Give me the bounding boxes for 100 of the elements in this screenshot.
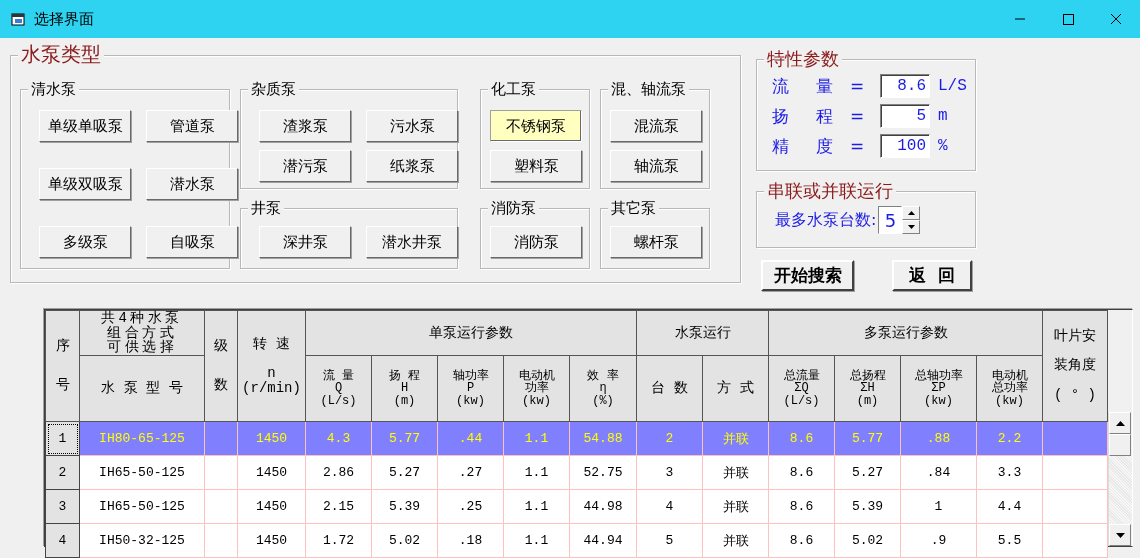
spin-up-button[interactable] xyxy=(902,206,921,220)
table-cell: 52.75 xyxy=(583,465,623,481)
table-cell: .9 xyxy=(930,533,947,549)
table-cell: 8.6 xyxy=(789,431,814,447)
table-cell: 1450 xyxy=(255,533,288,549)
table-cell: 4 xyxy=(665,499,674,515)
arrow-up-icon xyxy=(907,211,915,215)
column-header: 效 率 η (%) xyxy=(569,355,637,422)
row-number[interactable]: 3 xyxy=(58,499,67,515)
column-header: 总扬程 ΣH (m) xyxy=(834,355,901,422)
column-header: 序号 xyxy=(45,310,80,422)
column-header: 电动机功率 (kw) xyxy=(503,355,570,422)
pump-type-button[interactable]: 潜污泵 xyxy=(259,150,351,182)
field-label: 最多水泵台数: xyxy=(775,209,877,231)
table-cell: 54.88 xyxy=(583,431,623,447)
table-cell: 8.6 xyxy=(789,533,814,549)
pump-type-button[interactable]: 自吸泵 xyxy=(146,226,238,258)
group-title: 串联或并联运行 xyxy=(764,181,896,201)
table-cell: .44 xyxy=(458,431,483,447)
pump-type-button[interactable]: 多级泵 xyxy=(39,226,131,258)
input-field[interactable]: 100 xyxy=(880,134,930,158)
group-title: 清水泵 xyxy=(28,79,79,99)
column-header: 电动机总功率 (kw) xyxy=(976,355,1043,422)
pump-type-button[interactable]: 单级单吸泵 xyxy=(39,110,131,142)
column-header: 水泵运行 xyxy=(636,310,769,356)
column-header: 单泵运行参数 xyxy=(305,310,637,356)
table-cell: 1.1 xyxy=(524,431,549,447)
arrow-down-icon xyxy=(1115,532,1125,538)
pump-type-button[interactable]: 混流泵 xyxy=(610,110,702,142)
table-cell: 5.27 xyxy=(388,465,421,481)
unit-label: m xyxy=(937,107,949,125)
table-cell: 5.77 xyxy=(388,431,421,447)
table-cell: 1.1 xyxy=(524,499,549,515)
field-label: 精 度 xyxy=(772,134,835,158)
input-field[interactable]: 8.6 xyxy=(880,74,930,98)
pump-type-button[interactable]: 污水泵 xyxy=(366,110,458,142)
column-header: 轴功率 P (kw) xyxy=(437,355,504,422)
column-header: 叶片安装角度( ° ) xyxy=(1042,310,1108,422)
table-cell: 5 xyxy=(665,533,674,549)
pump-type-button[interactable]: 潜水井泵 xyxy=(366,226,458,258)
table-cell: 1.1 xyxy=(524,533,549,549)
table-cell: 1450 xyxy=(255,465,288,481)
table-cell: 2.15 xyxy=(322,499,355,515)
column-header: 总流量 ΣQ (L/s) xyxy=(768,355,835,422)
scroll-thumb[interactable] xyxy=(1109,434,1131,456)
row-number[interactable]: 2 xyxy=(58,465,67,481)
pump-type-button[interactable]: 深井泵 xyxy=(259,226,351,258)
group-title: 井泵 xyxy=(248,198,284,218)
back-button[interactable]: 返 回 xyxy=(892,260,972,291)
row-number[interactable]: 4 xyxy=(58,533,67,549)
column-header: 多泵运行参数 xyxy=(768,310,1043,356)
table-cell: 5.39 xyxy=(388,499,421,515)
maximize-icon xyxy=(1061,12,1075,26)
table-cell: 2 xyxy=(665,431,674,447)
search-button[interactable]: 开始搜索 xyxy=(761,260,854,291)
column-header: 水 泵 型 号 xyxy=(79,355,205,422)
pump-type-button[interactable]: 管道泵 xyxy=(146,110,238,142)
pump-type-button[interactable]: 纸浆泵 xyxy=(366,150,458,182)
column-header: 台 数 xyxy=(636,355,703,422)
table-cell: IH65-50-125 xyxy=(99,465,185,481)
table-cell: 44.98 xyxy=(583,499,623,515)
pump-type-button[interactable]: 不锈钢泵 xyxy=(490,110,582,142)
table-cell: IH80-65-125 xyxy=(99,431,185,447)
pump-type-button[interactable]: 渣浆泵 xyxy=(259,110,351,142)
column-header: 流 量 Q (L/s) xyxy=(305,355,372,422)
table-cell: .25 xyxy=(458,499,483,515)
pump-type-button[interactable]: 潜水泵 xyxy=(146,168,238,200)
column-header: 级数 xyxy=(204,310,238,422)
scroll-down-button[interactable] xyxy=(1109,524,1131,546)
input-field[interactable]: 5 xyxy=(880,104,930,128)
equals-sign: = xyxy=(850,136,866,156)
pump-type-button[interactable]: 塑料泵 xyxy=(490,150,582,182)
column-header: 总轴功率 ΣP (kw) xyxy=(900,355,977,422)
table-cell: 1450 xyxy=(255,499,288,515)
table-cell: 5.39 xyxy=(851,499,884,515)
table-cell: .18 xyxy=(458,533,483,549)
pump-type-button[interactable]: 消防泵 xyxy=(490,226,582,258)
pump-type-button[interactable]: 轴流泵 xyxy=(610,150,702,182)
scroll-up-button[interactable] xyxy=(1109,412,1131,434)
group-title: 消防泵 xyxy=(488,198,539,218)
table-cell: 44.94 xyxy=(583,533,623,549)
table-cell: 3 xyxy=(665,465,674,481)
spinner-field[interactable]: 5 xyxy=(878,206,903,234)
column-header: 扬 程 H (m) xyxy=(371,355,438,422)
group-title: 特性参数 xyxy=(764,49,842,69)
equals-sign: = xyxy=(850,76,866,96)
table-cell: 2.2 xyxy=(997,431,1022,447)
table-cell: 并联 xyxy=(722,465,749,481)
row-number[interactable]: 1 xyxy=(58,431,67,447)
close-icon xyxy=(1109,12,1123,26)
table-cell: IH50-32-125 xyxy=(99,533,185,549)
window-title: 选择界面 xyxy=(34,9,95,29)
equals-sign: = xyxy=(850,106,866,126)
table-cell: 5.77 xyxy=(851,431,884,447)
pump-type-button[interactable]: 单级双吸泵 xyxy=(39,168,131,200)
spin-down-button[interactable] xyxy=(902,220,921,234)
scrollbar[interactable] xyxy=(1108,412,1132,546)
pump-type-button[interactable]: 螺杆泵 xyxy=(610,226,702,258)
table-cell: 1.72 xyxy=(322,533,355,549)
table-cell: 4.3 xyxy=(326,431,351,447)
